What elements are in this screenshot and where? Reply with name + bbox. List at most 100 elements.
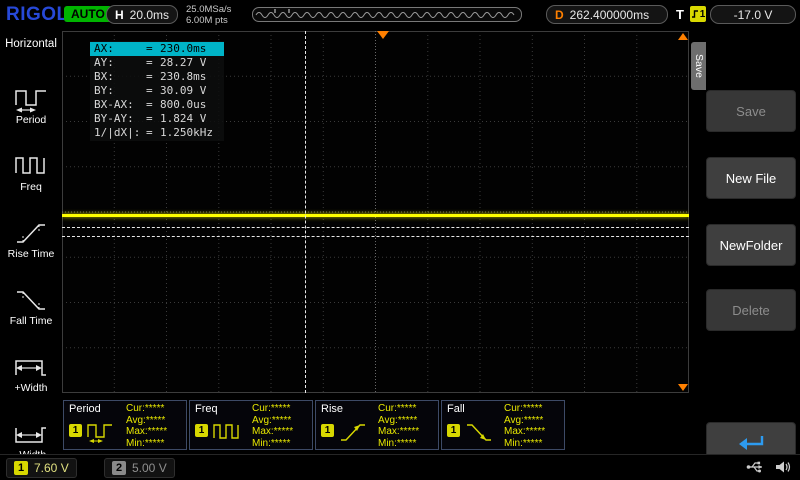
memory-position-bar[interactable] <box>252 7 522 22</box>
measurement-avg: Avg:***** <box>252 415 293 427</box>
cursor-row-value: 800.0us <box>160 98 220 112</box>
channel1-scale: 7.60 V <box>34 461 69 475</box>
measurement-name: Freq <box>195 403 218 415</box>
cursor-row-label: 1/|dX|: <box>94 126 146 140</box>
measurement-avg: Avg:***** <box>126 415 167 427</box>
sidebar-item-freq[interactable]: Freq <box>0 153 62 213</box>
sidebar-item-label: Freq <box>0 181 62 193</box>
timebase-value: 20.0ms <box>130 8 169 22</box>
d-label: D <box>555 8 564 22</box>
measurement-avg: Avg:***** <box>378 415 419 427</box>
cursor-readout-panel: AX: = 230.0ms AY: = 28.27 V BX: = 230.8m… <box>90 41 224 141</box>
sidebar-item-plus-width[interactable]: +Width <box>0 354 62 414</box>
new-file-button[interactable]: New File <box>706 157 796 199</box>
cursor-row-label: BX-AX: <box>94 98 146 112</box>
measurement-name: Rise <box>321 403 343 415</box>
channel2-status[interactable]: 2 5.00 V <box>104 458 175 478</box>
cursor-row-label: AY: <box>94 56 146 70</box>
delete-button[interactable]: Delete <box>706 289 796 331</box>
cursor-row-eq: = <box>146 70 160 84</box>
fall-waveform-icon <box>464 421 494 443</box>
delay-value: 262.400000ms <box>570 8 649 22</box>
measurement-max: Max:***** <box>378 426 419 438</box>
cursor-by-line[interactable] <box>62 236 689 237</box>
cursor-ay-line[interactable] <box>62 227 689 228</box>
new-folder-button[interactable]: NewFolder <box>706 224 796 266</box>
cursor-row-by-ay: BY-AY: = 1.824 V <box>90 112 224 126</box>
channel2-scale: 5.00 V <box>132 461 167 475</box>
cursor-row-label: BY: <box>94 84 146 98</box>
cursor-row-eq: = <box>146 98 160 112</box>
cursor-row-ax: AX: = 230.0ms <box>90 42 224 56</box>
trigger-source-badge[interactable]: 1 <box>690 6 706 22</box>
freq-waveform-icon <box>212 421 242 443</box>
measurement-max: Max:***** <box>252 426 293 438</box>
cursor-row-bx-ax: BX-AX: = 800.0us <box>90 98 224 112</box>
cursor-row-value: 230.0ms <box>160 42 220 56</box>
cursor-row-value: 28.27 V <box>160 56 220 70</box>
menu-tab-save: Save <box>691 42 706 90</box>
edge-marker-top <box>678 33 688 40</box>
measurement-slot-freq[interactable]: Freq 1 Cur:***** Avg:***** Max:***** Min… <box>189 400 313 450</box>
h-label: H <box>115 8 124 22</box>
trigger-level-offscreen-marker <box>678 384 688 391</box>
measurement-cur: Cur:***** <box>252 403 293 415</box>
save-menu-panel: Save Save New File NewFolder Delete <box>689 30 800 455</box>
measurement-cur: Cur:***** <box>126 403 167 415</box>
measurement-name: Period <box>69 403 101 415</box>
measurement-name: Fall <box>447 403 465 415</box>
period-icon <box>13 86 49 113</box>
measurement-channel-badge: 1 <box>195 424 208 437</box>
minus-width-icon <box>13 421 49 448</box>
memory-waveform-icon <box>253 8 521 21</box>
cursor-row-value: 30.09 V <box>160 84 220 98</box>
cursor-ax-bx-line[interactable] <box>305 31 306 393</box>
sidebar-item-label: +Width <box>0 382 62 394</box>
measurement-max: Max:***** <box>126 426 167 438</box>
memory-depth: 6.00M pts <box>186 15 231 26</box>
top-bar: RIGOL AUTO H 20.0ms 25.0MSa/s 6.00M pts … <box>0 0 800 30</box>
sidebar-item-label: Fall Time <box>0 315 62 327</box>
cursor-row-eq: = <box>146 56 160 70</box>
cursor-row-eq: = <box>146 42 160 56</box>
sidebar-item-label: Rise Time <box>0 248 62 260</box>
channel1-status[interactable]: 1 7.60 V <box>6 458 77 478</box>
oscilloscope-screen: RIGOL AUTO H 20.0ms 25.0MSa/s 6.00M pts … <box>0 0 800 480</box>
horizontal-timebase-box: H 20.0ms <box>106 5 178 24</box>
trigger-delay-box: D 262.400000ms <box>546 5 668 24</box>
sample-rate-block: 25.0MSa/s 6.00M pts <box>186 4 231 26</box>
sidebar-item-fall-time[interactable]: Fall Time <box>0 287 62 347</box>
cursor-row-eq: = <box>146 84 160 98</box>
usb-icon <box>746 458 766 476</box>
cursor-row-eq: = <box>146 112 160 126</box>
cursor-row-label: AX: <box>94 42 146 56</box>
measurement-channel-badge: 1 <box>69 424 82 437</box>
sample-rate: 25.0MSa/s <box>186 4 231 15</box>
cursor-row-label: BY-AY: <box>94 112 146 126</box>
measurement-channel-badge: 1 <box>447 424 460 437</box>
sidebar-title: Horizontal <box>0 38 62 50</box>
cursor-row-inv-dx: 1/|dX|: = 1.250kHz <box>90 126 224 140</box>
period-waveform-icon <box>86 421 116 443</box>
measurement-slot-period[interactable]: Period 1 Cur:***** Avg:***** Max:***** M… <box>63 400 187 450</box>
measurement-max: Max:***** <box>504 426 545 438</box>
cursor-row-value: 230.8ms <box>160 70 220 84</box>
sidebar-item-period[interactable]: Period <box>0 86 62 146</box>
io-icons <box>746 458 792 476</box>
rising-edge-icon <box>691 9 699 19</box>
measurement-slot-fall[interactable]: Fall 1 Cur:***** Avg:***** Max:***** Min… <box>441 400 565 450</box>
trigger-label: T <box>676 7 684 22</box>
measurement-slot-rise[interactable]: Rise 1 Cur:***** Avg:***** Max:***** Min… <box>315 400 439 450</box>
acquisition-status-badge: AUTO <box>64 6 112 22</box>
sidebar-item-rise-time[interactable]: Rise Time <box>0 220 62 280</box>
trigger-position-marker[interactable] <box>377 31 389 39</box>
cursor-row-by: BY: = 30.09 V <box>90 84 224 98</box>
cursor-row-eq: = <box>146 126 160 140</box>
measurement-channel-badge: 1 <box>321 424 334 437</box>
measurement-min: Min:***** <box>504 438 545 450</box>
trigger-level-box: -17.0 V <box>710 5 796 24</box>
measurement-avg: Avg:***** <box>504 415 545 427</box>
waveform-display: AX: = 230.0ms AY: = 28.27 V BX: = 230.8m… <box>62 31 689 393</box>
cursor-row-ay: AY: = 28.27 V <box>90 56 224 70</box>
save-button[interactable]: Save <box>706 90 796 132</box>
